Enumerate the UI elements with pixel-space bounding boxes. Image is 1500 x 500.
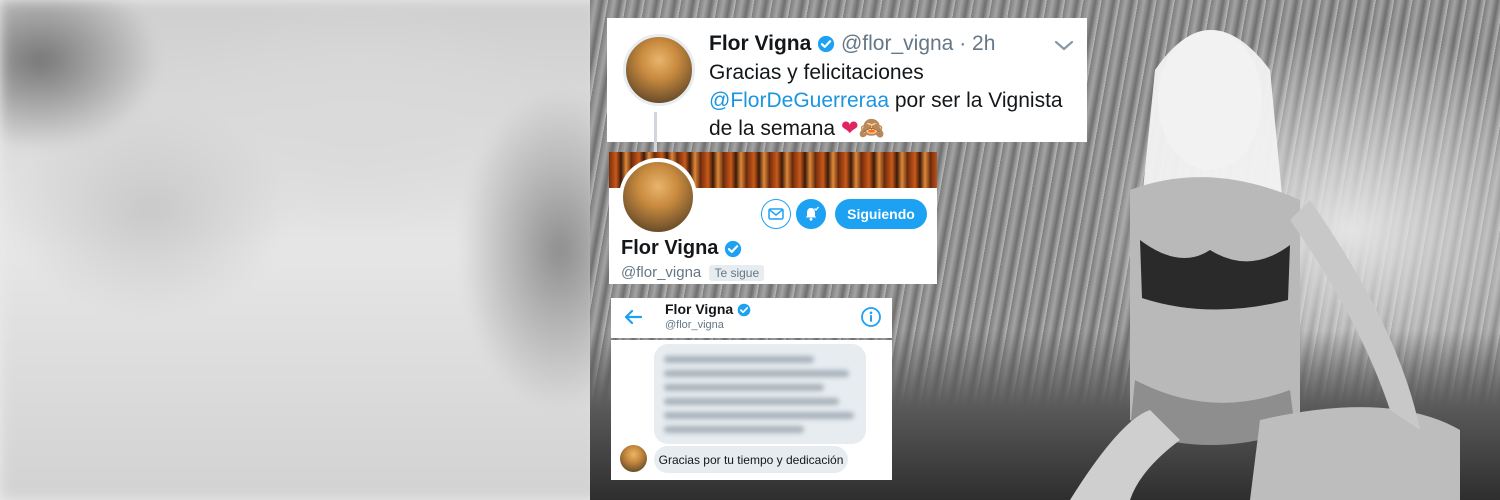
reply-message-bubble: Gracias por tu tiempo y dedicación [654, 446, 848, 473]
dm-header: Flor Vigna @flor_vigna [611, 298, 892, 338]
profile-name: Flor Vigna [621, 237, 742, 260]
dm-contact-name: Flor Vigna [665, 301, 751, 317]
blurred-message-bubble [654, 344, 866, 444]
model-photo [1070, 30, 1460, 500]
tweet-handle-time: @flor_vigna · 2h [840, 32, 996, 55]
profile-card: Siguiendo Flor Vigna @flor_vigna Te sigu… [609, 152, 937, 284]
tweet-avatar[interactable] [623, 34, 695, 106]
profile-name-text: Flor Vigna [621, 237, 719, 259]
profile-handle-row: @flor_vigna Te sigue [621, 264, 765, 282]
message-button[interactable] [761, 199, 791, 229]
tweet-mention-link[interactable]: @FlorDeGuerreraa [709, 89, 889, 112]
dm-contact-name-text: Flor Vigna [665, 301, 734, 317]
tweet-text-line1: Gracias y felicitaciones [709, 61, 924, 84]
notifications-button[interactable] [796, 199, 826, 229]
dm-contact-handle: @flor_vigna [665, 319, 724, 331]
dm-avatar[interactable] [620, 445, 647, 472]
verified-icon [724, 240, 742, 257]
tweet-card[interactable]: Flor Vigna @flor_vigna · 2h Gracias y fe… [607, 18, 1087, 142]
back-arrow-icon[interactable] [623, 308, 643, 326]
chevron-down-icon[interactable] [1054, 40, 1074, 52]
dm-conversation: Gracias por tu tiempo y dedicación [611, 340, 892, 480]
profile-avatar[interactable] [619, 158, 697, 236]
info-icon[interactable] [860, 306, 882, 328]
bell-icon [805, 206, 819, 221]
thread-line [654, 112, 657, 152]
mail-icon [768, 208, 784, 220]
tweet-header: Flor Vigna @flor_vigna · 2h [709, 32, 995, 56]
verified-icon [737, 303, 751, 317]
follows-you-badge: Te sigue [709, 265, 765, 282]
verified-icon [818, 36, 835, 53]
tweet-emoji: ❤🙈 [840, 117, 885, 140]
profile-handle: @flor_vigna [621, 264, 702, 281]
tweet-author-name[interactable]: Flor Vigna [709, 32, 811, 55]
following-button[interactable]: Siguiendo [835, 199, 927, 229]
tweet-text: Gracias y felicitaciones @FlorDeGuerrera… [709, 59, 1079, 143]
blurred-background [0, 0, 600, 500]
